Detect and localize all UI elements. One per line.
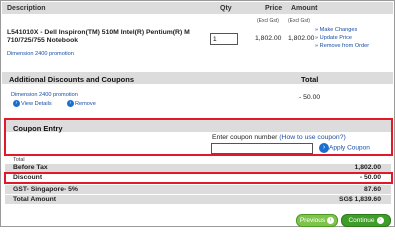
price-excl-gst-note: (Excl Gst) (257, 18, 279, 24)
discount-highlight-box (4, 172, 393, 184)
header-amount: Amount (291, 5, 318, 12)
arrow-right-circle-icon: › (67, 100, 74, 107)
arrow-left-icon: ‹ (327, 216, 335, 224)
additional-promotion-link[interactable]: Dimension 2400 promotion (11, 92, 78, 98)
before-tax-label: Before Tax (13, 164, 48, 171)
header-description: Description (7, 5, 46, 12)
amount-excl-gst-note: (Excl Gst) (288, 18, 310, 24)
header-price: Price (265, 5, 283, 12)
coupon-highlight-box (4, 118, 393, 156)
arrow-right-icon: › (376, 216, 384, 224)
shopping-cart-panel: Description Qty Price Amount L541010X - … (0, 0, 395, 227)
gst-label: GST- Singapore- 5% (13, 186, 78, 193)
header-qty: Qty (220, 5, 232, 12)
quantity-input[interactable] (210, 33, 238, 45)
totals-heading: Total (13, 157, 25, 163)
remove-discount-link[interactable]: › Remove (67, 100, 96, 107)
item-price: 1,802.00 (255, 35, 282, 42)
total-amount-label: Total Amount (13, 196, 57, 203)
total-amount-value: SG$ 1,839.60 (339, 196, 381, 203)
gst-value: 87.60 (363, 186, 381, 193)
before-tax-value: 1,802.00 (354, 164, 381, 171)
item-amount: 1,802.00 (288, 35, 315, 42)
additional-discounts-title: Additional Discounts and Coupons (9, 75, 134, 84)
view-details-link[interactable]: › View Details (13, 100, 52, 107)
previous-button[interactable]: Previous ‹ (296, 214, 338, 227)
table-header (2, 2, 393, 14)
arrow-right-circle-icon: › (13, 100, 20, 107)
update-price-link[interactable]: » Update Price (315, 35, 352, 41)
additional-total-label: Total (301, 75, 319, 84)
make-changes-link[interactable]: » Make Changes (315, 27, 357, 33)
continue-button[interactable]: Continue › (341, 214, 391, 227)
item-title: L541010X - Dell Inspiron(TM) 510M Intel(… (7, 29, 190, 44)
remove-from-order-link[interactable]: » Remove from Order (315, 43, 369, 49)
item-promotion-link[interactable]: Dimension 2400 promotion (7, 51, 74, 57)
additional-discount-amount: - 50.00 (299, 94, 321, 101)
